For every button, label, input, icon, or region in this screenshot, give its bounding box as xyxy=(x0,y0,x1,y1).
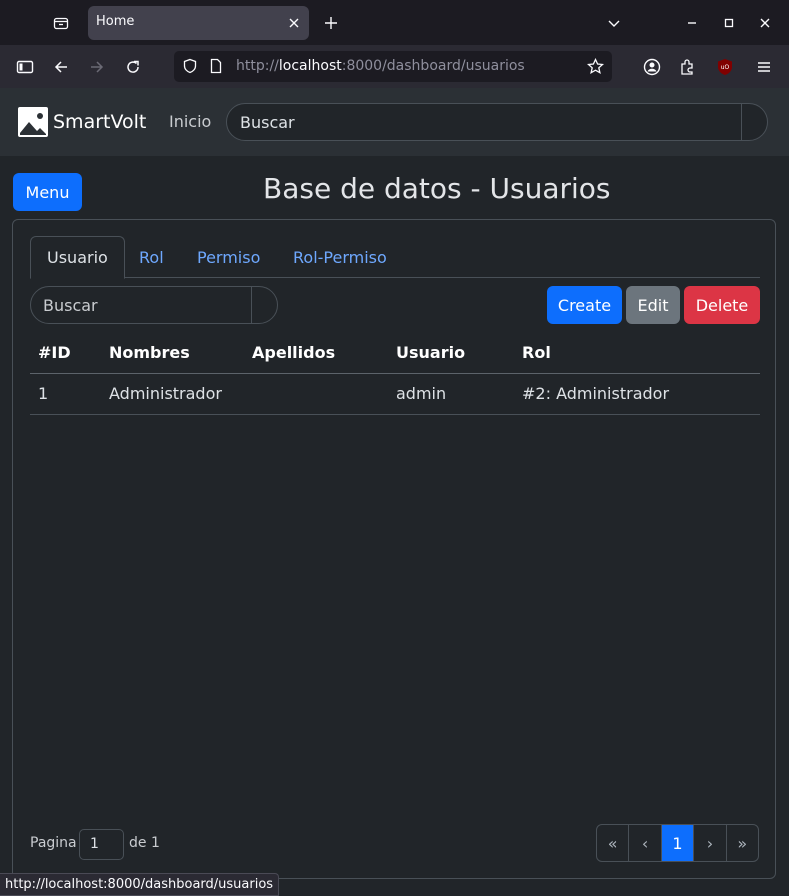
table-search-input[interactable]: Buscar xyxy=(43,296,98,315)
tab-list-icon[interactable] xyxy=(48,10,74,36)
url-host: localhost xyxy=(278,58,342,74)
header-id[interactable]: #ID xyxy=(30,333,101,374)
url-bar[interactable]: http://localhost:8000/dashboard/usuarios xyxy=(174,51,612,82)
navbar-search-button[interactable] xyxy=(741,104,767,140)
header-nombres[interactable]: Nombres xyxy=(101,333,244,374)
edit-button[interactable]: Edit xyxy=(626,286,680,324)
url-path: :8000/dashboard/usuarios xyxy=(341,58,525,74)
shield-icon[interactable] xyxy=(182,58,198,78)
page-label: Pagina xyxy=(30,835,77,851)
browser-tab-bar: Home xyxy=(0,0,789,45)
menu-button[interactable]: Menu xyxy=(13,173,82,211)
chevron-down-icon[interactable] xyxy=(603,12,625,34)
prev-page-button[interactable]: ‹ xyxy=(629,825,662,861)
delete-button[interactable]: Delete xyxy=(684,286,760,324)
tab-usuario[interactable]: Usuario xyxy=(30,236,125,279)
close-icon[interactable] xyxy=(754,12,776,34)
extensions-icon[interactable] xyxy=(675,54,701,80)
next-page-button[interactable]: › xyxy=(694,825,727,861)
minimize-icon[interactable] xyxy=(681,12,703,34)
header-usuario[interactable]: Usuario xyxy=(388,333,514,374)
page-number-input[interactable]: 1 xyxy=(79,829,124,860)
last-page-button[interactable]: » xyxy=(727,825,758,861)
url-prefix: http:// xyxy=(236,58,279,74)
nav-link-inicio[interactable]: Inicio xyxy=(169,112,211,131)
cell-id: 1 xyxy=(30,373,101,415)
page-title: Base de datos - Usuarios xyxy=(263,172,611,205)
table-row[interactable]: 1 Administrador admin #2: Administrador xyxy=(30,373,760,415)
header-apellidos[interactable]: Apellidos xyxy=(244,333,388,374)
navbar-search-field[interactable]: Buscar xyxy=(226,103,768,141)
brand[interactable]: SmartVolt xyxy=(18,107,146,137)
star-icon[interactable] xyxy=(586,57,605,79)
cell-nombres: Administrador xyxy=(101,373,244,415)
menu-icon[interactable] xyxy=(751,54,777,80)
browser-tab-title: Home xyxy=(96,14,135,29)
url-text: http://localhost:8000/dashboard/usuarios xyxy=(236,58,525,74)
page-icon[interactable] xyxy=(209,58,223,78)
page-1-button[interactable]: 1 xyxy=(661,825,695,861)
navbar-search-input[interactable]: Buscar xyxy=(240,113,295,132)
table-search-button[interactable] xyxy=(251,287,277,323)
status-bar-url: http://localhost:8000/dashboard/usuarios xyxy=(0,873,280,896)
users-table: #ID Nombres Apellidos Usuario Rol 1 Admi… xyxy=(30,333,760,415)
page-total-label: de 1 xyxy=(129,835,160,851)
table-search-field[interactable]: Buscar xyxy=(30,286,278,324)
pagination: « ‹ 1 › » xyxy=(596,824,759,862)
close-icon[interactable] xyxy=(285,14,303,32)
browser-tab[interactable]: Home xyxy=(88,6,309,40)
tab-rol[interactable]: Rol xyxy=(123,236,180,278)
tab-rol-permiso[interactable]: Rol-Permiso xyxy=(277,236,403,278)
forward-arrow-icon[interactable] xyxy=(84,54,110,80)
table-header-row: #ID Nombres Apellidos Usuario Rol xyxy=(30,333,760,374)
create-button[interactable]: Create xyxy=(547,286,622,324)
sidebar-icon[interactable] xyxy=(12,54,38,80)
tab-list: Usuario Rol Permiso Rol-Permiso xyxy=(30,236,760,279)
brand-name: SmartVolt xyxy=(53,111,147,133)
data-card: Usuario Rol Permiso Rol-Permiso Buscar C… xyxy=(12,219,776,879)
app-navbar: SmartVolt Inicio Buscar xyxy=(0,88,789,156)
cell-usuario: admin xyxy=(388,373,514,415)
header-rol[interactable]: Rol xyxy=(514,333,760,374)
ublock-icon[interactable]: uO xyxy=(712,54,738,80)
plus-icon[interactable] xyxy=(319,11,343,35)
svg-text:uO: uO xyxy=(721,64,730,71)
tab-permiso[interactable]: Permiso xyxy=(181,236,276,278)
logo-icon xyxy=(18,107,48,137)
back-arrow-icon[interactable] xyxy=(48,54,74,80)
cell-apellidos xyxy=(244,373,388,415)
cell-rol: #2: Administrador xyxy=(514,373,760,415)
maximize-icon[interactable] xyxy=(718,12,740,34)
account-icon[interactable] xyxy=(639,54,665,80)
reload-icon[interactable] xyxy=(120,54,146,80)
first-page-button[interactable]: « xyxy=(597,825,630,861)
browser-nav-bar: http://localhost:8000/dashboard/usuarios… xyxy=(0,45,789,88)
